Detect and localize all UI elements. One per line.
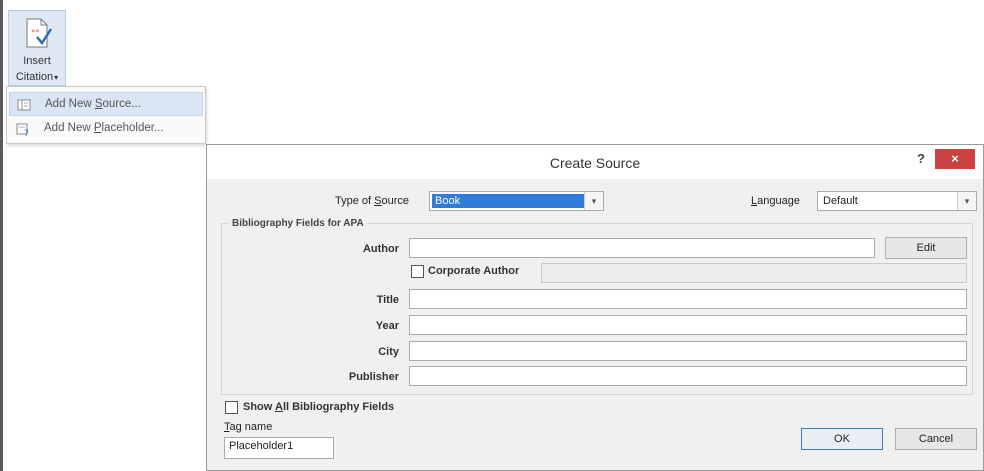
author-label: Author — [362, 243, 399, 255]
city-input[interactable] — [409, 341, 967, 361]
insert-citation-button[interactable]: «» Insert Citation▾ — [8, 10, 66, 86]
cancel-button[interactable]: Cancel — [895, 428, 977, 450]
year-label: Year — [375, 320, 399, 332]
publisher-input[interactable] — [409, 366, 967, 386]
group-title: Bibliography Fields for APA — [229, 218, 367, 229]
insert-citation-icon: «» — [26, 18, 53, 48]
svg-text:«»: «» — [31, 27, 40, 35]
close-button[interactable]: × — [935, 149, 975, 169]
corporate-author-input — [541, 263, 967, 283]
city-label: City — [378, 346, 399, 358]
publisher-label: Publisher — [348, 371, 399, 383]
insert-citation-menu: Add New Source... ? Add New Placeholder.… — [6, 86, 206, 144]
author-input[interactable] — [409, 238, 875, 258]
chevron-down-icon: ▾ — [957, 192, 976, 210]
corporate-author-checkbox[interactable] — [411, 265, 424, 278]
corporate-author-label: Corporate Author — [428, 265, 520, 277]
chevron-down-icon: ▾ — [54, 73, 59, 82]
tag-name-label: Tag name — [224, 421, 273, 433]
insert-citation-label-line2: Citation▾ — [15, 71, 59, 83]
placeholder-icon: ? — [16, 123, 29, 137]
year-input[interactable] — [409, 315, 967, 335]
menu-item-add-new-placeholder[interactable]: ? Add New Placeholder... — [9, 117, 203, 141]
language-dropdown[interactable]: Default ▾ — [817, 191, 977, 211]
title-label: Title — [376, 294, 399, 306]
ok-button[interactable]: OK — [801, 428, 883, 450]
create-source-dialog: Create Source ? × Type of Source Book ▾ … — [206, 144, 984, 471]
insert-citation-label-line1: Insert — [23, 55, 51, 67]
edit-author-button[interactable]: Edit — [885, 237, 967, 259]
dialog-title: Create Source — [549, 155, 641, 171]
menu-item-label: Add New Placeholder... — [44, 122, 164, 134]
type-of-source-dropdown[interactable]: Book ▾ — [429, 191, 604, 211]
menu-item-label: Add New Source... — [45, 98, 141, 110]
title-input[interactable] — [409, 289, 967, 309]
dialog-titlebar: Create Source ? × — [207, 145, 983, 179]
language-value: Default — [823, 195, 858, 207]
language-label: Language — [751, 195, 800, 207]
type-of-source-label: Type of Source — [335, 195, 410, 207]
chevron-down-icon: ▾ — [584, 192, 603, 210]
window-edge — [0, 0, 3, 471]
tag-name-input[interactable]: Placeholder1 — [224, 437, 334, 459]
show-all-fields-label: Show All Bibliography Fields — [243, 401, 395, 413]
source-icon — [17, 99, 31, 111]
type-of-source-value: Book — [432, 194, 584, 208]
menu-item-add-new-source[interactable]: Add New Source... — [9, 92, 203, 116]
show-all-fields-checkbox[interactable] — [225, 401, 238, 414]
help-button[interactable]: ? — [917, 151, 925, 166]
svg-text:?: ? — [24, 129, 29, 137]
